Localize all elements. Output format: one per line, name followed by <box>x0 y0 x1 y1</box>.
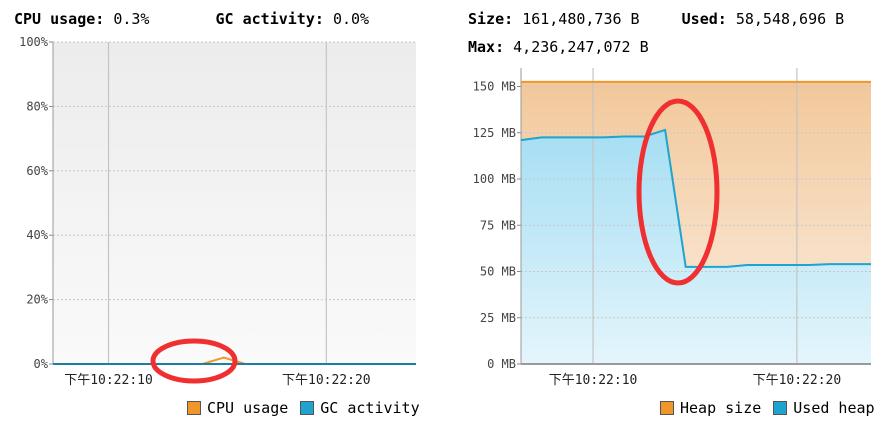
legend-item-used-heap[interactable]: Used heap <box>773 399 875 417</box>
x-tick-label: 下午10:22:10 <box>549 373 638 388</box>
x-tick-label: 下午10:22:10 <box>64 373 153 388</box>
y-tick-label: 25 MB <box>480 311 516 325</box>
y-tick-label: 125 MB <box>473 126 516 140</box>
legend-label-gc-activity: GC activity <box>320 399 420 417</box>
y-tick-label: 20% <box>26 293 48 307</box>
y-tick-label: 100 MB <box>473 172 516 186</box>
y-tick-label: 150 MB <box>473 80 516 94</box>
x-tick-label: 下午10:22:20 <box>282 373 371 388</box>
heap-size-swatch <box>660 401 674 415</box>
legend-item-heap-size[interactable]: Heap size <box>660 399 761 417</box>
plot-background <box>53 42 416 364</box>
y-tick-label: 0% <box>34 357 49 371</box>
legend-item-gc-activity[interactable]: GC activity <box>300 399 420 417</box>
y-tick-label: 50 MB <box>480 265 516 279</box>
x-tick-label: 下午10:22:20 <box>753 373 842 388</box>
y-tick-label: 0 MB <box>487 357 516 371</box>
cpu-gc-legend: CPU usage GC activity <box>187 399 420 417</box>
used-heap-swatch <box>773 401 788 415</box>
heap-legend: Heap size Used heap <box>660 399 875 417</box>
y-tick-label: 80% <box>26 99 48 113</box>
y-tick-label: 40% <box>26 228 48 242</box>
heap-chart: 0 MB 25 MB 50 MB 75 MB 100 MB 125 MB 150 MB 下午1… <box>473 68 871 388</box>
legend-label-cpu-usage: CPU usage <box>207 399 289 417</box>
monitor-charts: 0% 20% 40% 60% 80% 100% 下午10:22:10 下午10:22:20 0… <box>19 35 871 388</box>
cpu-gc-chart: 0% 20% 40% 60% 80% 100% 下午10:22:10 下午10:22:20 <box>19 35 416 388</box>
y-tick-label: 60% <box>26 164 48 178</box>
cpu-usage-swatch <box>187 401 201 415</box>
y-tick-label: 75 MB <box>480 218 516 232</box>
legend-label-used-heap: Used heap <box>793 399 875 417</box>
legend-item-cpu-usage[interactable]: CPU usage <box>187 399 288 417</box>
gc-activity-swatch <box>300 401 315 415</box>
legend-label-heap-size: Heap size <box>680 399 762 417</box>
y-tick-label: 100% <box>19 35 49 49</box>
